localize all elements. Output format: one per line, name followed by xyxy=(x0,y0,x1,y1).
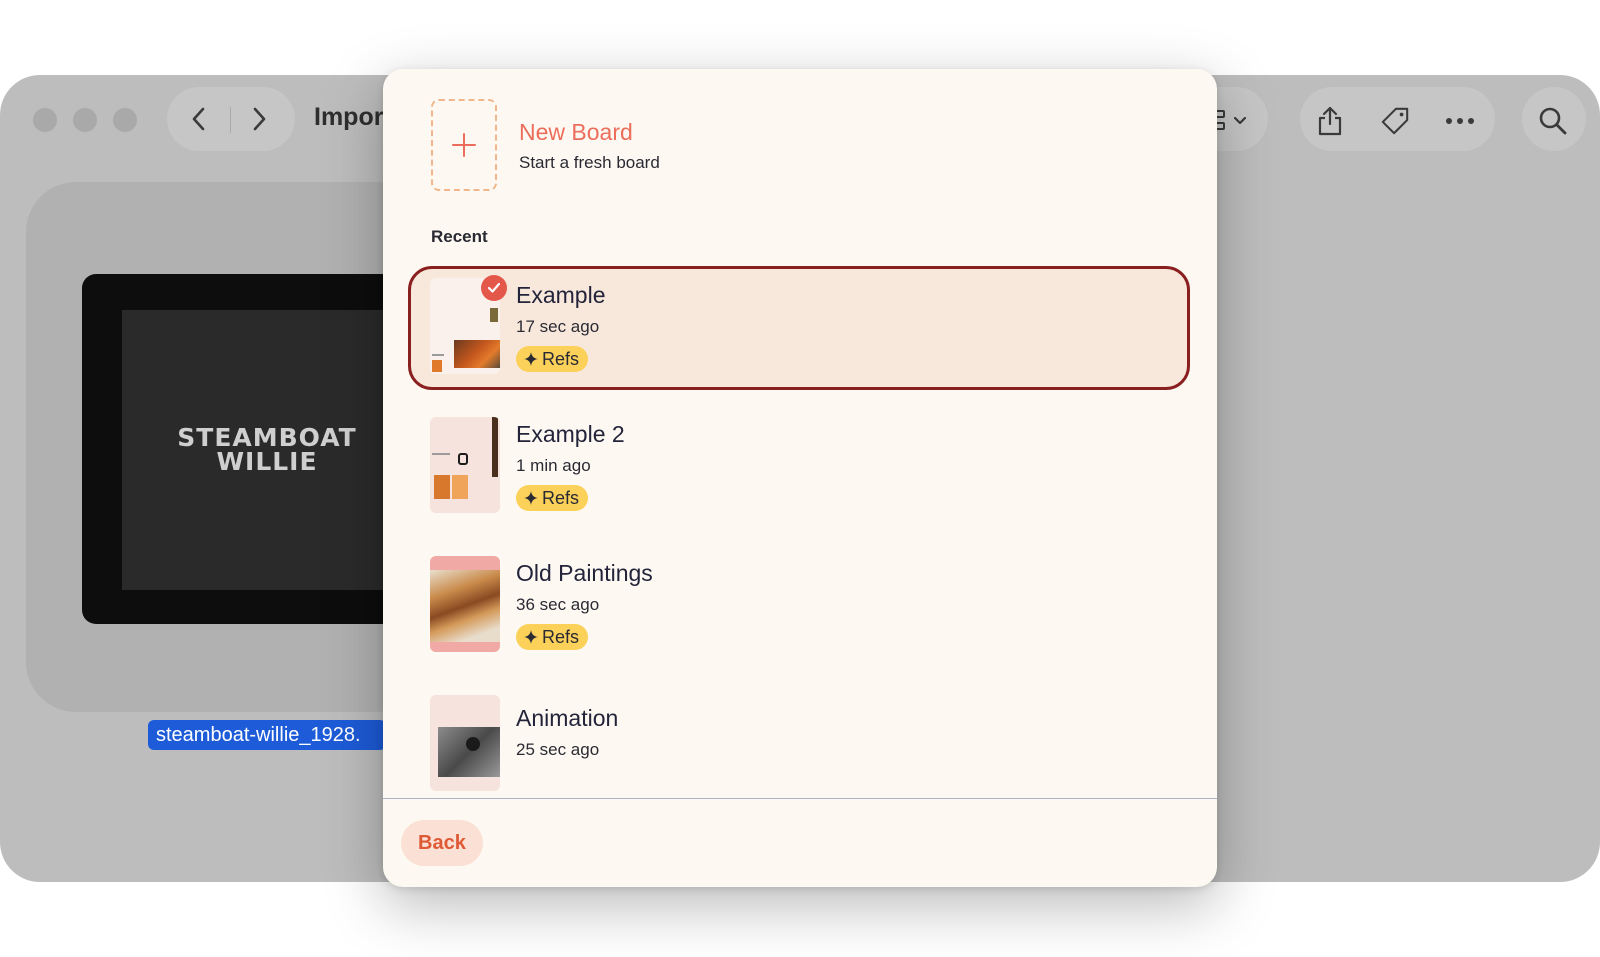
board-item-old-paintings[interactable]: Old Paintings 36 sec ago Refs xyxy=(408,544,1190,668)
more-options-icon[interactable] xyxy=(1445,106,1475,136)
refs-badge: Refs xyxy=(516,346,589,372)
board-timestamp: 36 sec ago xyxy=(516,595,600,614)
board-picker-popover: New Board Start a fresh board Recent Exa… xyxy=(383,69,1217,887)
video-thumbnail[interactable]: STEAMBOAT WILLIE xyxy=(82,274,412,624)
forward-nav-button[interactable] xyxy=(247,107,271,131)
board-item-example-2[interactable]: Example 2 1 min ago Refs xyxy=(408,405,1190,529)
new-board-title: New Board xyxy=(519,119,633,145)
recent-section-label: Recent xyxy=(431,227,488,246)
board-thumbnail xyxy=(430,417,500,513)
board-item-example[interactable]: Example 17 sec ago Refs xyxy=(408,266,1190,390)
new-board-subtitle: Start a fresh board xyxy=(519,153,660,172)
minimize-window-button[interactable] xyxy=(73,108,97,132)
chevron-right-icon xyxy=(253,107,266,131)
selected-check-icon xyxy=(481,275,507,301)
thumbnail-text-line: WILLIE xyxy=(216,447,318,476)
board-timestamp: 25 sec ago xyxy=(516,740,600,759)
new-board-tile xyxy=(431,99,497,191)
sparkle-icon xyxy=(524,352,538,366)
selected-filename[interactable]: steamboat-willie_1928. xyxy=(148,720,386,750)
footer-divider xyxy=(383,798,1217,799)
sparkle-icon xyxy=(524,491,538,505)
close-window-button[interactable] xyxy=(33,108,57,132)
board-item-animation[interactable]: Animation 25 sec ago xyxy=(408,683,1190,807)
share-icon[interactable] xyxy=(1315,106,1345,136)
plus-icon xyxy=(452,133,476,157)
board-timestamp: 1 min ago xyxy=(516,456,591,475)
navigation-group xyxy=(167,87,295,151)
refs-badge: Refs xyxy=(516,485,589,511)
toolbar-actions xyxy=(1300,87,1495,151)
board-thumbnail xyxy=(430,695,500,791)
window-title: Impor xyxy=(314,103,384,131)
refs-badge: Refs xyxy=(516,624,589,650)
refs-badge-label: Refs xyxy=(542,487,580,508)
board-name: Animation xyxy=(516,705,619,731)
new-board-button[interactable]: New Board Start a fresh board xyxy=(431,99,1031,195)
tag-icon[interactable] xyxy=(1380,106,1410,136)
back-nav-button[interactable] xyxy=(187,107,211,131)
back-button[interactable]: Back xyxy=(401,820,483,866)
search-button[interactable] xyxy=(1522,87,1586,151)
sparkle-icon xyxy=(524,630,538,644)
board-thumbnail xyxy=(430,556,500,652)
board-timestamp: 17 sec ago xyxy=(516,317,600,336)
chevron-down-icon xyxy=(1230,106,1250,136)
thumbnail-title-card: STEAMBOAT WILLIE xyxy=(122,310,412,590)
board-name: Example 2 xyxy=(516,421,625,447)
refs-badge-label: Refs xyxy=(542,348,580,369)
search-icon xyxy=(1538,106,1568,136)
refs-badge-label: Refs xyxy=(542,626,580,647)
board-name: Example xyxy=(516,282,606,308)
board-name: Old Paintings xyxy=(516,560,653,586)
nav-divider xyxy=(230,107,231,133)
zoom-window-button[interactable] xyxy=(113,108,137,132)
chevron-left-icon xyxy=(192,107,205,131)
